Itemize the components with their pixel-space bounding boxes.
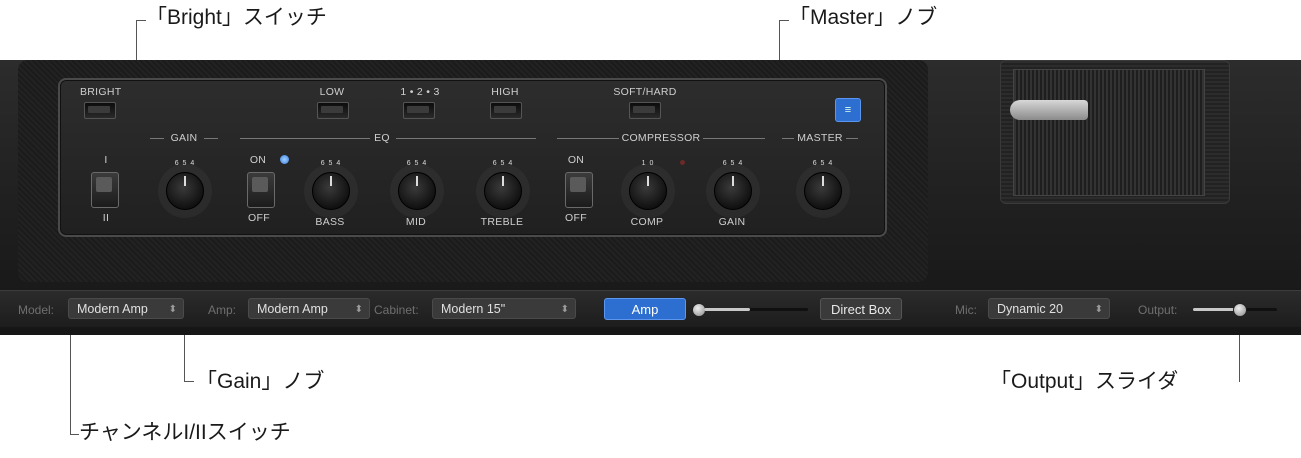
- compressor-section-label: COMPRESSOR: [621, 132, 701, 144]
- output-slider-callout: 「Output」スライダ: [990, 370, 1179, 393]
- mid-knob[interactable]: 6 5 4: [398, 160, 436, 210]
- comp-indicator-led: [680, 160, 685, 165]
- master-knob-scale: 6 5 4: [812, 160, 834, 167]
- bright-switch[interactable]: [84, 102, 116, 119]
- bright-switch-callout: 「Bright」スイッチ: [146, 6, 327, 29]
- comp-off-label: OFF: [565, 212, 587, 224]
- model-value: Modern Amp: [77, 302, 148, 316]
- mid-freq-switch[interactable]: [403, 102, 435, 119]
- amp-directbox-slider-fill: [704, 308, 750, 311]
- output-slider-thumb[interactable]: [1233, 303, 1247, 317]
- comp-on-off-switch[interactable]: [565, 172, 593, 208]
- bright-label: BRIGHT: [80, 86, 122, 98]
- gain-leader-tick: [184, 381, 194, 382]
- gain-knob-callout: 「Gain」ノブ: [196, 370, 325, 393]
- gain-knob[interactable]: 6 5 4: [166, 160, 204, 210]
- channel-switch[interactable]: [91, 172, 119, 208]
- bright-leader-tick: [136, 20, 146, 21]
- master-section-label: MASTER: [797, 132, 843, 144]
- bass-knob-scale: 6 5 4: [320, 160, 342, 167]
- eq-section-label: EQ: [374, 132, 390, 144]
- eq-on-led: [280, 155, 289, 164]
- eq-section-rule-right: [396, 138, 536, 139]
- comp-knob[interactable]: 1 0: [629, 160, 667, 210]
- amp-select[interactable]: Modern Amp ⬍: [248, 298, 370, 319]
- direct-box-button[interactable]: Direct Box: [820, 298, 902, 320]
- model-chevron-icon: ⬍: [168, 304, 177, 315]
- mic-label: Mic:: [955, 303, 977, 317]
- mid-label: MID: [405, 216, 427, 228]
- channel-switch-callout: チャンネルI/IIスイッチ: [79, 421, 291, 444]
- low-switch[interactable]: [317, 102, 349, 119]
- comp-label: COMP: [630, 216, 664, 228]
- microphone-icon[interactable]: [1010, 100, 1088, 120]
- gain-knob-scale: 6 5 4: [174, 160, 196, 167]
- amp-button[interactable]: Amp: [604, 298, 686, 320]
- mid-select-label: 1 • 2 • 3: [400, 86, 440, 98]
- mic-select[interactable]: Dynamic 20 ⬍: [988, 298, 1110, 319]
- comp-section-rule-right: [703, 138, 765, 139]
- gain-section-rule-right: [204, 138, 218, 139]
- channel-ii-label: II: [102, 212, 110, 224]
- eq-on-off-switch[interactable]: [247, 172, 275, 208]
- softhard-label: SOFT/HARD: [613, 86, 677, 98]
- eq-off-label: OFF: [248, 212, 270, 224]
- treble-label: TREBLE: [480, 216, 524, 228]
- gain-section-rule-left: [150, 138, 164, 139]
- comp-gain-label: GAIN: [718, 216, 746, 228]
- high-label: HIGH: [491, 86, 519, 98]
- comp-knob-scale: 1 0: [641, 160, 655, 167]
- cabinet-select[interactable]: Modern 15" ⬍: [432, 298, 576, 319]
- channel-i-label: I: [104, 154, 108, 166]
- master-section-rule-right: [846, 138, 858, 139]
- model-select[interactable]: Modern Amp ⬍: [68, 298, 184, 319]
- mid-knob-scale: 6 5 4: [406, 160, 428, 167]
- high-switch[interactable]: [490, 102, 522, 119]
- master-knob[interactable]: 6 5 4: [804, 160, 842, 210]
- comp-gain-knob-scale: 6 5 4: [722, 160, 744, 167]
- amp-label: Amp:: [208, 303, 237, 317]
- comp-section-rule-left: [557, 138, 619, 139]
- amp-designer-panel: BRIGHT LOW 1 • 2 • 3 HIGH SOFT/HARD ≡ GA…: [0, 60, 1301, 335]
- amp-toolbar: Model: Modern Amp ⬍ Amp: Modern Amp ⬍ Ca…: [0, 290, 1301, 327]
- cabinet-value: Modern 15": [441, 302, 506, 316]
- mic-chevron-icon: ⬍: [1094, 304, 1103, 315]
- amp-directbox-slider[interactable]: [704, 308, 808, 311]
- comp-gain-knob[interactable]: 6 5 4: [714, 160, 752, 210]
- master-knob-callout: 「Master」ノブ: [789, 6, 938, 29]
- gain-section-label: GAIN: [170, 132, 198, 144]
- treble-knob-scale: 6 5 4: [492, 160, 514, 167]
- output-label: Output:: [1138, 303, 1178, 317]
- amp-value: Modern Amp: [257, 302, 328, 316]
- master-leader-tick: [779, 20, 789, 21]
- treble-knob[interactable]: 6 5 4: [484, 160, 522, 210]
- cabinet-chevron-icon: ⬍: [560, 304, 569, 315]
- bass-label: BASS: [315, 216, 345, 228]
- bass-knob[interactable]: 6 5 4: [312, 160, 350, 210]
- speaker-cabinet: [1000, 60, 1230, 204]
- cabinet-grille: [1013, 69, 1205, 196]
- softhard-switch[interactable]: [629, 102, 661, 119]
- eq-graph-icon[interactable]: ≡: [835, 98, 861, 122]
- comp-on-label: ON: [567, 154, 585, 166]
- model-label: Model:: [18, 303, 55, 317]
- eq-on-label: ON: [249, 154, 267, 166]
- low-label: LOW: [319, 86, 345, 98]
- eq-section-rule-left: [240, 138, 370, 139]
- mic-value: Dynamic 20: [997, 302, 1063, 316]
- master-section-rule-left: [782, 138, 794, 139]
- channel-leader-tick: [70, 434, 79, 435]
- amp-chevron-icon: ⬍: [354, 304, 363, 315]
- amp-faceplate: BRIGHT LOW 1 • 2 • 3 HIGH SOFT/HARD ≡ GA…: [58, 78, 887, 237]
- cabinet-label: Cabinet:: [374, 303, 419, 317]
